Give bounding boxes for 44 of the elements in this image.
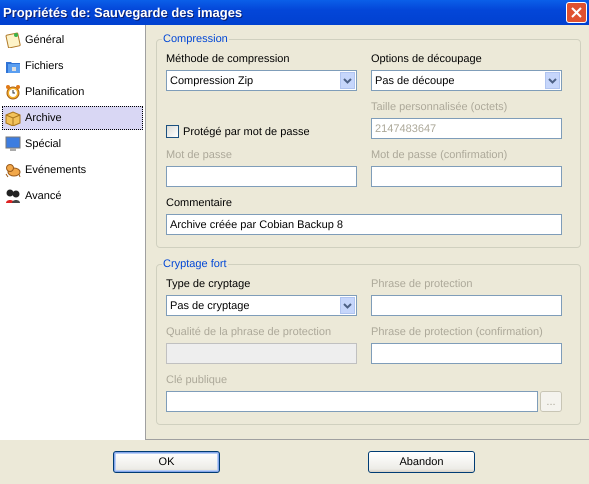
group-title: Compression: [162, 33, 229, 45]
alarm-clock-icon: [5, 84, 21, 100]
input-field[interactable]: [371, 166, 562, 187]
chevron-down-icon: [343, 78, 352, 84]
field-label: Phrase de protection (confirmation): [371, 326, 544, 339]
dropdown[interactable]: Compression Zip: [166, 70, 357, 91]
close-icon: [571, 7, 582, 18]
password-checkbox[interactable]: Protégé par mot de passe: [166, 125, 357, 138]
chevron-down-icon: [343, 302, 352, 308]
field-label: Qualité de la phrase de protection: [166, 326, 332, 339]
sidebar-item[interactable]: Fichiers: [2, 54, 143, 78]
input-field[interactable]: [166, 166, 357, 187]
field-label: Phrase de protection: [371, 278, 474, 291]
sidebar-item[interactable]: Spécial: [2, 132, 143, 156]
chevron-down-icon: [548, 78, 557, 84]
field-label: Clé publique: [166, 374, 228, 387]
sidebar-item[interactable]: Evénements: [2, 158, 143, 182]
field-label: Méthode de compression: [166, 53, 291, 66]
window-title: Propriétés de: Sauvegarde des images: [3, 5, 244, 20]
field-label: Type de cryptage: [166, 278, 252, 291]
sidebar-item[interactable]: Avancé: [2, 184, 143, 208]
input-field[interactable]: Archive créée par Cobian Backup 8: [166, 214, 562, 235]
people-icon: [5, 188, 21, 204]
dialog-button[interactable]: Abandon: [368, 451, 475, 473]
field-label: Commentaire: [166, 197, 234, 210]
cat-icon: [5, 162, 21, 178]
dropdown[interactable]: Pas de cryptage: [166, 295, 357, 316]
sidebar-item[interactable]: Archive: [2, 106, 143, 130]
group-title: Cryptage fort: [162, 258, 228, 270]
input-field[interactable]: [371, 343, 562, 364]
input-field[interactable]: [371, 295, 562, 316]
box-icon: [5, 110, 21, 126]
field-label: Mot de passe (confirmation): [371, 149, 508, 162]
notepad-icon: [5, 32, 21, 48]
dropdown[interactable]: Pas de découpe: [371, 70, 562, 91]
sidebar-item[interactable]: Planification: [2, 80, 143, 104]
sidebar-item[interactable]: Général: [2, 28, 143, 52]
dialog-button[interactable]: OK: [113, 451, 220, 473]
input-field[interactable]: [166, 391, 538, 412]
close-button[interactable]: [566, 2, 587, 23]
field-label: Mot de passe: [166, 149, 234, 162]
field-label: Taille personnalisée (octets): [371, 101, 508, 114]
field-label: Options de découpage: [371, 53, 483, 66]
monitor-icon: [5, 136, 21, 152]
